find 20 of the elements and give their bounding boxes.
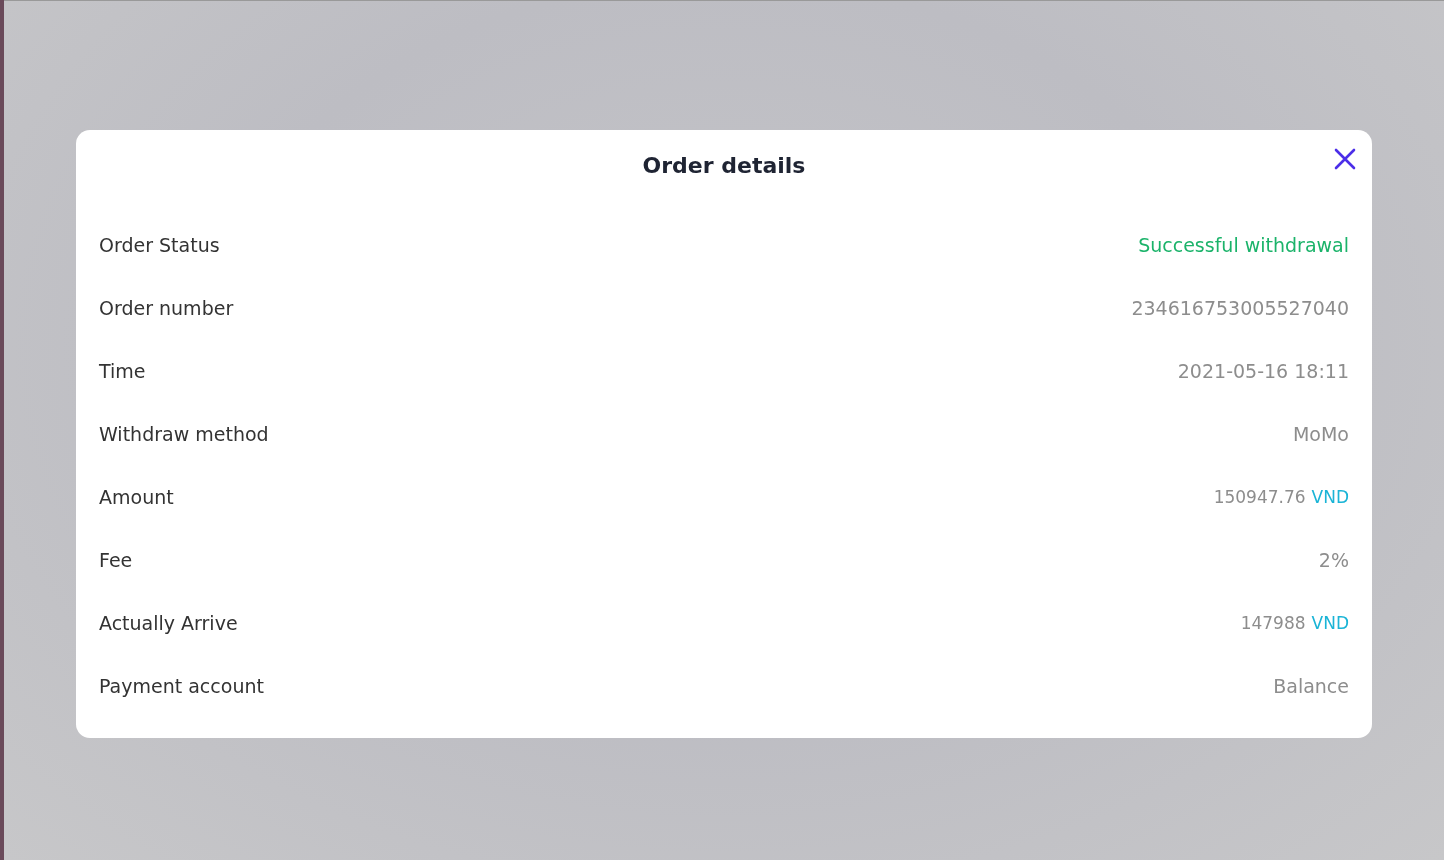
dialog-title: Order details (642, 152, 806, 178)
field-label: Actually Arrive (99, 611, 238, 634)
field-label: Fee (99, 548, 133, 571)
amount-value: 150947.76 (1213, 486, 1306, 507)
field-value: 234616753005527040 (1131, 296, 1349, 319)
field-label: Withdraw method (99, 422, 269, 445)
currency-code: VND (1311, 486, 1349, 507)
close-icon (1333, 147, 1357, 171)
status-text: Successful withdrawal (1138, 233, 1349, 256)
field-label: Order Status (99, 233, 220, 256)
field-label: Payment account (99, 674, 264, 697)
field-value: MoMo (1292, 422, 1349, 445)
amount-value: 147988 (1240, 612, 1306, 633)
currency-code: VND (1311, 612, 1349, 633)
field-label: Order number (99, 296, 234, 319)
field-label: Time (99, 359, 146, 382)
field-value: 2021-05-16 18:11 (1177, 359, 1349, 382)
field-value: Balance (1273, 674, 1349, 697)
field-label: Amount (99, 485, 174, 508)
field-value: 2% (1318, 548, 1349, 571)
